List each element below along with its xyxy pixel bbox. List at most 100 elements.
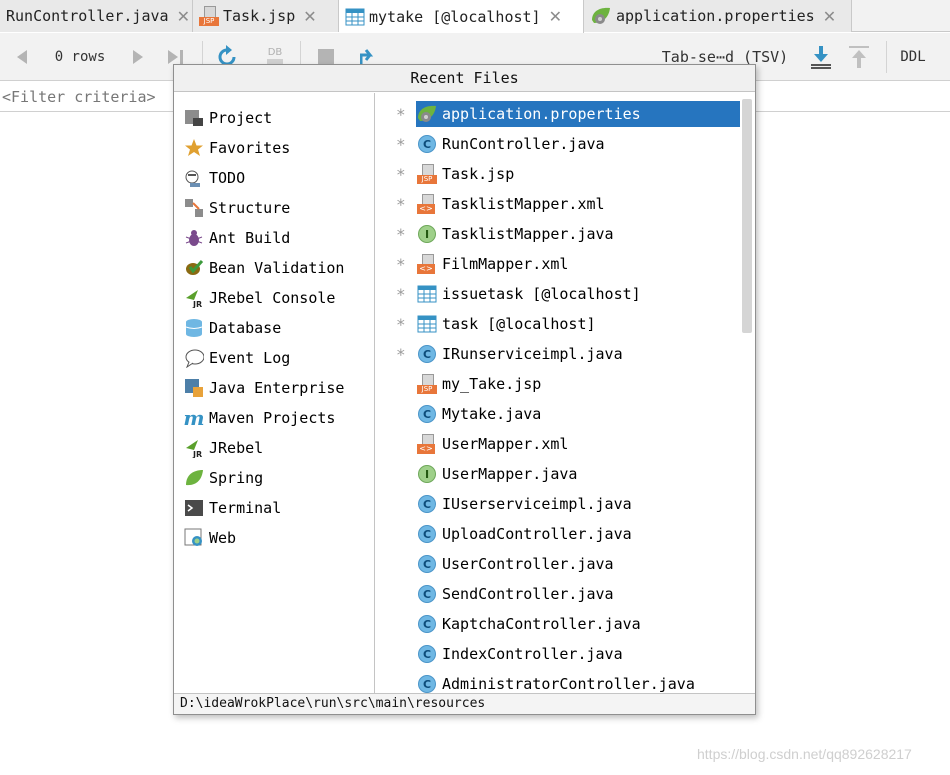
pinned-star-icon: * [396, 255, 406, 274]
tool-window-label: JRebel [209, 439, 264, 457]
recent-file-item[interactable]: C IRunserviceimpl.java [416, 341, 749, 367]
tool-window-maven-projects[interactable]: m Maven Projects [183, 406, 336, 430]
close-icon[interactable]: ✕ [177, 7, 190, 26]
recent-file-label: IUserserviceimpl.java [442, 495, 632, 513]
pinned-star-icon: * [396, 345, 406, 364]
tool-window-favorites[interactable]: Favorites [184, 136, 290, 160]
tool-window-bean-validation[interactable]: Bean Validation [184, 256, 344, 280]
tool-window-project[interactable]: Project [184, 106, 272, 130]
tab-application-properties[interactable]: application.properties ✕ [584, 0, 852, 32]
recent-file-item[interactable]: JSP Task.jsp [416, 161, 749, 187]
recent-file-item[interactable]: I UserMapper.java [416, 461, 749, 487]
table-icon [416, 283, 438, 305]
tool-window-todo[interactable]: TODO [184, 166, 245, 190]
tool-window-spring[interactable]: Spring [184, 466, 263, 490]
tool-window-java-enterprise[interactable]: Java Enterprise [184, 376, 344, 400]
svg-text:JR: JR [192, 300, 202, 308]
pinned-star-icon: * [396, 195, 406, 214]
tool-window-jrebel-console[interactable]: JR JRebel Console [184, 286, 335, 310]
first-page-icon[interactable] [8, 33, 36, 81]
tool-window-database[interactable]: Database [184, 316, 281, 340]
tool-window-structure[interactable]: Structure [184, 196, 290, 220]
recent-file-label: AdministratorController.java [442, 675, 695, 693]
event-log-icon [184, 348, 204, 368]
tab-mytake[interactable]: mytake [@localhost] ✕ [339, 0, 584, 33]
recent-file-label: UserMapper.java [442, 465, 578, 483]
recent-file-label: UploadController.java [442, 525, 632, 543]
xml-file-icon: <> [416, 253, 438, 275]
editor-tab-bar: RunController.java ✕ JSP Task.jsp ✕ myta… [0, 0, 950, 33]
recent-file-label: Task.jsp [442, 165, 515, 183]
java-class-icon: C [416, 553, 438, 575]
tab-runcontroller[interactable]: RunController.java ✕ [0, 0, 193, 32]
close-icon[interactable]: ✕ [549, 7, 562, 26]
structure-icon [184, 198, 204, 218]
recent-file-item[interactable]: C UserController.java [416, 551, 749, 577]
tool-window-label: Maven Projects [209, 409, 336, 427]
recent-file-item[interactable]: C IUserserviceimpl.java [416, 491, 749, 517]
recent-file-item[interactable]: task [@localhost] [416, 311, 749, 337]
java-class-icon: C [416, 673, 438, 693]
recent-files-list: * application.properties * C RunControll… [376, 93, 755, 693]
recent-file-item[interactable]: C KaptchaController.java [416, 611, 749, 637]
web-icon [184, 528, 204, 548]
tool-window-label: TODO [209, 169, 246, 187]
tool-window-label: Java Enterprise [209, 379, 345, 397]
recent-file-item[interactable]: C Mytake.java [416, 401, 749, 427]
next-page-icon[interactable] [124, 33, 152, 81]
maven-icon: m [183, 406, 205, 430]
xml-file-icon: <> [416, 193, 438, 215]
recent-file-item[interactable]: <> UserMapper.xml [416, 431, 749, 457]
close-icon[interactable]: ✕ [303, 7, 316, 26]
recent-file-item[interactable]: C RunController.java [416, 131, 749, 157]
java-class-icon: C [416, 133, 438, 155]
tool-window-ant-build[interactable]: Ant Build [184, 226, 290, 250]
tool-window-web[interactable]: Web [184, 526, 236, 550]
recent-file-item[interactable]: <> TasklistMapper.xml [416, 191, 749, 217]
tool-window-terminal[interactable]: Terminal [184, 496, 281, 520]
close-icon[interactable]: ✕ [823, 7, 836, 26]
recent-file-item[interactable]: <> FilmMapper.xml [416, 251, 749, 277]
tool-window-event-log[interactable]: Event Log [184, 346, 290, 370]
recent-file-item[interactable]: issuetask [@localhost] [416, 281, 749, 307]
recent-file-label: RunController.java [442, 135, 605, 153]
tab-label: mytake [@localhost] [369, 7, 541, 26]
recent-file-label: my_Take.jsp [442, 375, 542, 393]
recent-files-scrollbar[interactable] [740, 93, 754, 693]
recent-file-label: IndexController.java [442, 645, 623, 663]
java-interface-icon: I [416, 463, 438, 485]
jrebel-icon: JR [184, 288, 204, 308]
bean-validation-icon [184, 258, 204, 278]
recent-file-item[interactable]: JSP my_Take.jsp [416, 371, 749, 397]
popup-title: Recent Files [174, 65, 755, 92]
recent-file-label: KaptchaController.java [442, 615, 641, 633]
tab-task-jsp[interactable]: JSP Task.jsp ✕ [193, 0, 339, 32]
download-icon[interactable] [806, 33, 836, 81]
spring-icon [184, 468, 204, 488]
todo-icon [184, 168, 204, 188]
tool-window-label: Project [209, 109, 273, 127]
recent-file-item[interactable]: application.properties [416, 101, 749, 127]
recent-file-item[interactable]: C SendController.java [416, 581, 749, 607]
tool-window-jrebel[interactable]: JR JRebel [184, 436, 263, 460]
java-class-icon: C [416, 343, 438, 365]
upload-icon[interactable] [844, 33, 874, 81]
recent-file-item[interactable]: C UploadController.java [416, 521, 749, 547]
recent-file-label: Mytake.java [442, 405, 542, 423]
recent-file-item[interactable]: I TasklistMapper.java [416, 221, 749, 247]
tool-window-label: Database [209, 319, 282, 337]
database-icon [184, 318, 204, 338]
recent-file-item[interactable]: C IndexController.java [416, 641, 749, 667]
pinned-star-icon: * [396, 135, 406, 154]
tool-window-label: Spring [209, 469, 264, 487]
tool-window-label: Terminal [209, 499, 282, 517]
scrollbar-thumb[interactable] [742, 99, 752, 333]
project-icon [184, 108, 204, 128]
pinned-star-icon: * [396, 225, 406, 244]
recent-file-label: FilmMapper.xml [442, 255, 569, 273]
ddl-button[interactable]: DDL [892, 33, 934, 81]
tool-window-label: Bean Validation [209, 259, 345, 277]
recent-file-item[interactable]: C AdministratorController.java [416, 671, 749, 693]
tool-window-label: Structure [209, 199, 291, 217]
recent-files-popup: Recent Files Project Favorites TODO Stru… [173, 64, 756, 715]
